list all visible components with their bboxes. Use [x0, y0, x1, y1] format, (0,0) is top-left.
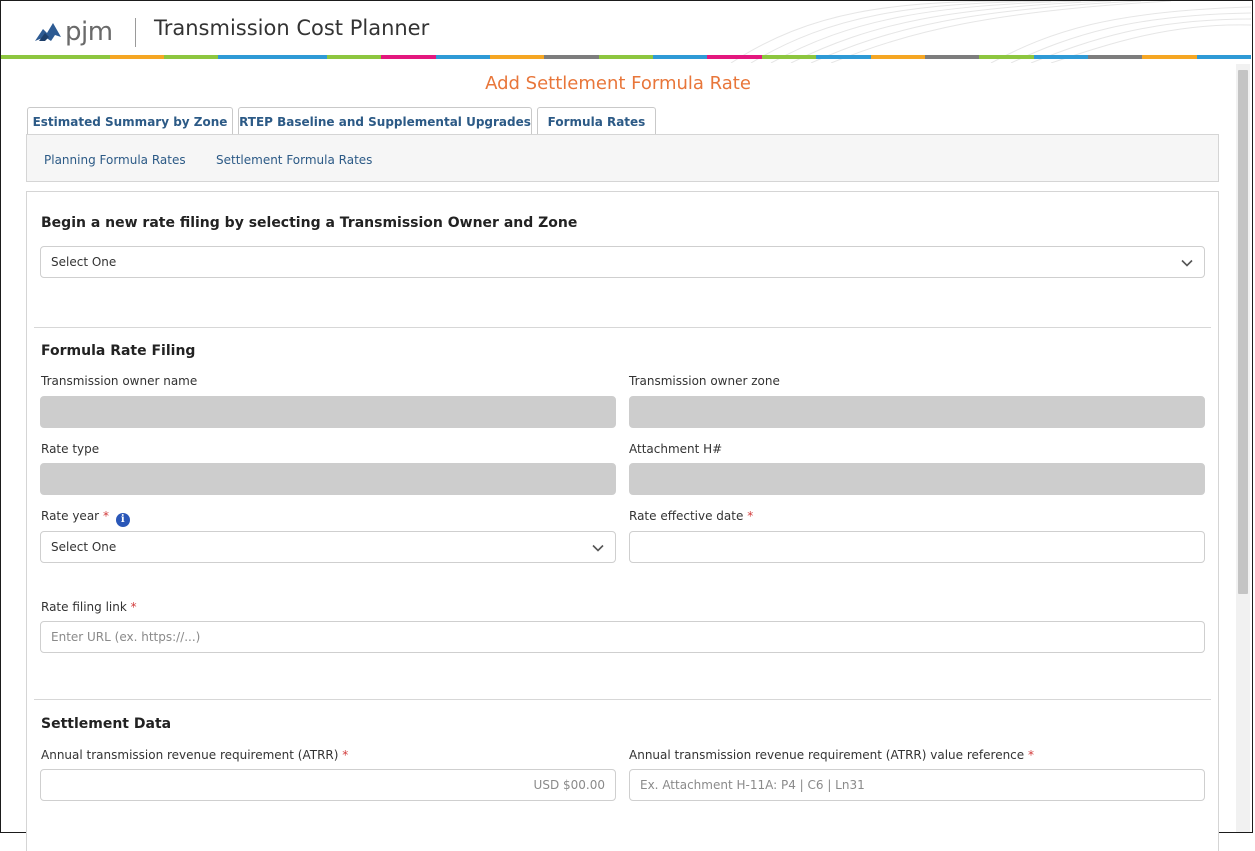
required-marker: *: [747, 509, 754, 523]
rate-year-select-value: Select One: [51, 540, 117, 554]
atrr-value: USD $00.00: [533, 778, 605, 792]
stripe-segment: [109, 55, 165, 59]
owner-name-field: [40, 396, 616, 428]
stripe-segment: [1, 55, 56, 59]
chevron-down-icon: [1181, 259, 1193, 267]
attachment-field: [629, 463, 1205, 495]
atrr-ref-label: Annual transmission revenue requirement …: [629, 748, 1034, 762]
stripe-segment: [816, 55, 871, 59]
required-marker: *: [342, 748, 349, 762]
stripe-segment: [327, 55, 382, 59]
scrollbar-thumb[interactable]: [1238, 70, 1248, 594]
pjm-logo[interactable]: pjm: [33, 16, 113, 48]
section-divider: [34, 327, 1211, 328]
info-icon[interactable]: i: [115, 513, 130, 527]
tab-formula-rates[interactable]: Formula Rates: [537, 107, 656, 135]
stripe-segment: [1196, 55, 1251, 59]
app-title: Transmission Cost Planner: [154, 16, 430, 40]
atrr-ref-label-text: Annual transmission revenue requirement …: [629, 748, 1025, 762]
owner-zone-label: Transmission owner zone: [629, 374, 780, 388]
pjm-logo-icon: [35, 23, 61, 41]
stripe-segment: [544, 55, 599, 59]
stripe-segment: [870, 55, 925, 59]
atrr-label-text: Annual transmission revenue requirement …: [41, 748, 339, 762]
owner-name-label: Transmission owner name: [41, 374, 198, 388]
app-header: pjm Transmission Cost Planner: [1, 1, 1251, 63]
stripe-segment: [761, 55, 817, 59]
header-color-stripe: [1, 55, 1251, 59]
filing-link-input[interactable]: Enter URL (ex. https://...): [40, 621, 1205, 653]
atrr-label: Annual transmission revenue requirement …: [41, 748, 348, 762]
rate-year-select[interactable]: Select One: [40, 531, 616, 563]
formula-rates-subnav: Planning Formula Rates Settlement Formul…: [26, 134, 1219, 182]
stripe-segment: [707, 55, 762, 59]
attachment-label: Attachment H#: [629, 442, 723, 456]
logo-text: pjm: [65, 17, 113, 47]
required-marker: *: [102, 509, 109, 523]
effective-date-label: Rate effective date *: [629, 509, 753, 523]
section-divider: [34, 699, 1211, 700]
required-marker: *: [130, 600, 137, 614]
stripe-segment: [55, 55, 110, 59]
stripe-segment: [218, 55, 273, 59]
filing-link-label: Rate filing link *: [41, 600, 137, 614]
tab-rtep-baseline[interactable]: RTEP Baseline and Supplemental Upgrades: [238, 107, 532, 135]
subnav-planning-formula-rates[interactable]: Planning Formula Rates: [44, 153, 186, 167]
header-divider: [135, 18, 136, 47]
effective-date-input[interactable]: [629, 531, 1205, 563]
stripe-segment: [1033, 55, 1088, 59]
page-title: Add Settlement Formula Rate: [485, 73, 751, 94]
chevron-down-icon: [592, 544, 604, 552]
stripe-segment: [1087, 55, 1143, 59]
stripe-segment: [164, 55, 219, 59]
stripe-segment: [490, 55, 545, 59]
owner-zone-select-value: Select One: [51, 255, 117, 269]
subnav-settlement-formula-rates[interactable]: Settlement Formula Rates: [216, 153, 372, 167]
required-marker: *: [1027, 748, 1034, 762]
filing-link-label-text: Rate filing link: [41, 600, 127, 614]
stripe-segment: [924, 55, 980, 59]
stripe-segment: [1142, 55, 1197, 59]
rate-year-label: Rate year * i: [41, 509, 130, 527]
rate-type-field: [40, 463, 616, 495]
filing-heading: Formula Rate Filing: [41, 343, 196, 359]
filing-link-placeholder: Enter URL (ex. https://...): [51, 630, 201, 644]
stripe-segment: [435, 55, 491, 59]
header-decoration: [730, 1, 1251, 63]
owner-zone-field: [629, 396, 1205, 428]
stripe-segment: [272, 55, 328, 59]
stripe-segment: [598, 55, 654, 59]
stripe-segment: [381, 55, 436, 59]
begin-heading: Begin a new rate filing by selecting a T…: [41, 215, 578, 231]
atrr-input[interactable]: USD $00.00: [40, 769, 616, 801]
atrr-ref-placeholder: Ex. Attachment H-11A: P4 | C6 | Ln31: [640, 778, 865, 792]
owner-zone-select[interactable]: Select One: [40, 246, 1205, 278]
rate-year-label-text: Rate year: [41, 509, 100, 523]
tab-estimated-summary[interactable]: Estimated Summary by Zone: [27, 107, 233, 135]
stripe-segment: [653, 55, 708, 59]
effective-date-label-text: Rate effective date: [629, 509, 744, 523]
atrr-ref-input[interactable]: Ex. Attachment H-11A: P4 | C6 | Ln31: [629, 769, 1205, 801]
settlement-heading: Settlement Data: [41, 716, 172, 732]
stripe-segment: [979, 55, 1034, 59]
rate-type-label: Rate type: [41, 442, 100, 456]
